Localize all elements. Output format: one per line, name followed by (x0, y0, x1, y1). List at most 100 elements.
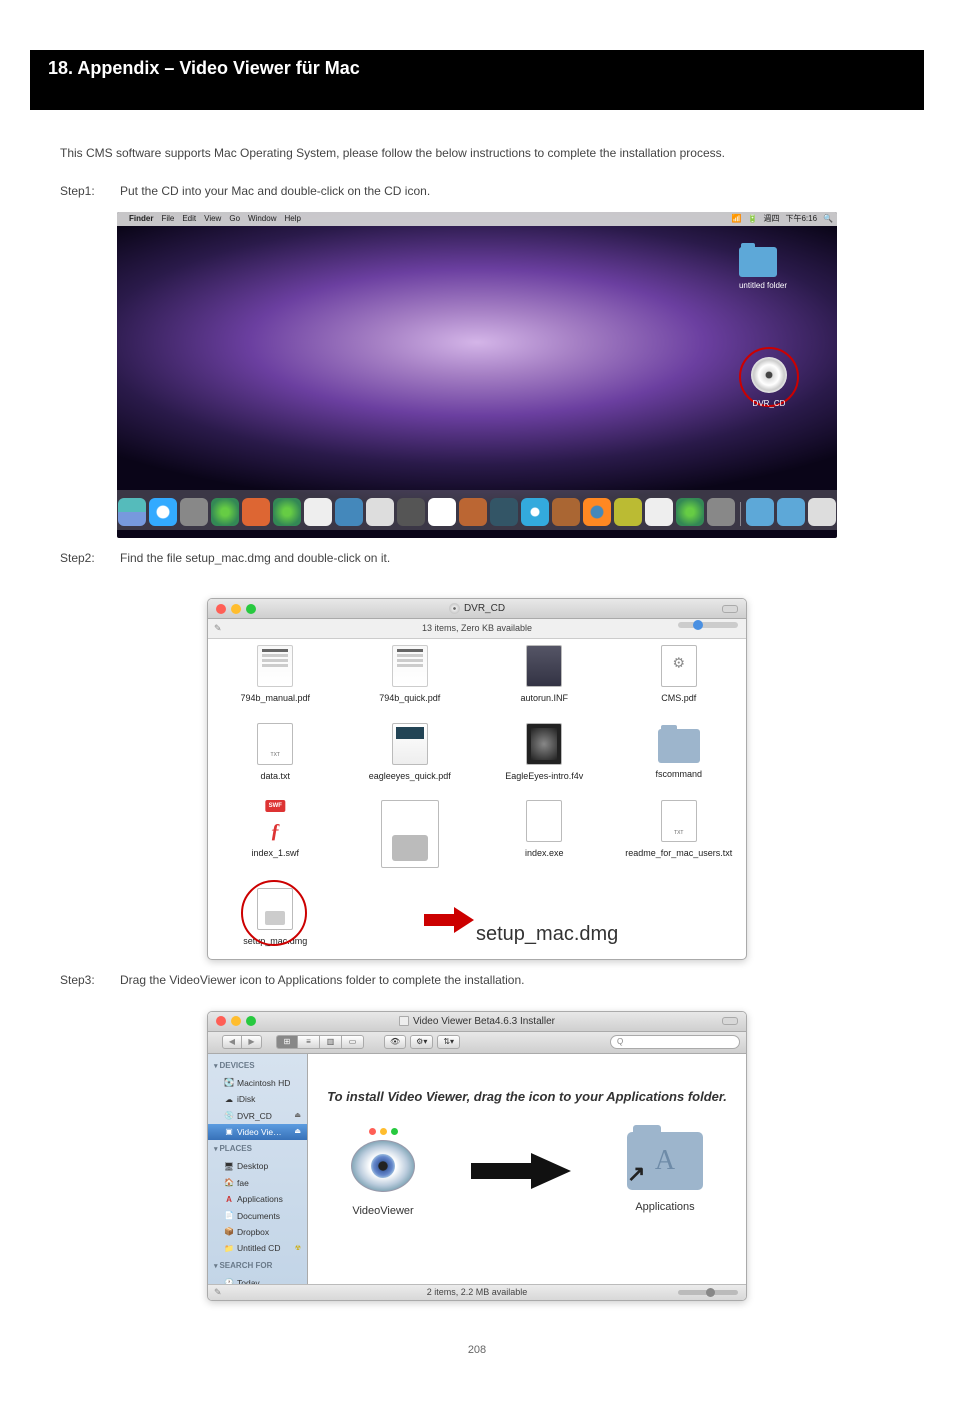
dock-mail-icon (366, 498, 394, 526)
mac-desktop-screenshot: Finder File Edit View Go Window Help 📶 🔋… (117, 212, 837, 538)
file-item: CMS.pdf (619, 645, 739, 706)
sidebar-item-applications: AApplications (208, 1191, 307, 1207)
step-label: Step1: (60, 181, 120, 201)
action-menu-button: ⚙▾ (410, 1035, 433, 1049)
sidebar-item-label: Video Vie… (237, 1125, 282, 1139)
file-label: autorun.INF (520, 693, 568, 703)
quicklook-button: 👁 (384, 1035, 406, 1049)
installer-instruction: To install Video Viewer, drag the icon t… (318, 1086, 736, 1108)
installer-main-pane: To install Video Viewer, drag the icon t… (308, 1054, 746, 1284)
step-text: Put the CD into your Mac and double-clic… (120, 181, 894, 201)
documents-icon: 📄 (224, 1211, 234, 1221)
dock-app-icon (242, 498, 270, 526)
step-text: Drag the VideoViewer icon to Application… (120, 970, 894, 990)
toolbar-toggle-icon (722, 1017, 738, 1025)
file-item: index.exe (484, 800, 604, 872)
sidebar-item-label: Applications (237, 1192, 283, 1206)
txt-icon (257, 723, 293, 765)
file-label: eagleeyes_quick.pdf (369, 771, 451, 781)
pdf-icon (392, 723, 428, 765)
sidebar-item-video-viewer: ▣Video Vie…⏏ (208, 1124, 307, 1140)
step-3: Step3: Drag the VideoViewer icon to Appl… (60, 970, 894, 990)
installer-status-bar: 2 items, 2.2 MB available (208, 1284, 746, 1300)
zoom-icon (246, 604, 256, 614)
dock-calendar-icon (428, 498, 456, 526)
installer-titlebar: Video Viewer Beta4.6.3 Installer (208, 1012, 746, 1032)
dock-itunes-icon (521, 498, 549, 526)
file-item (350, 800, 470, 872)
dropbox-button: ⇅▾ (437, 1035, 460, 1049)
dock-app-icon (180, 498, 208, 526)
pdf-icon (257, 645, 293, 687)
finder-toolbar: ◀ ▶ ⊞ ≡ ▥ ▭ 👁 ⚙▾ ⇅▾ Q (208, 1032, 746, 1054)
file-label: data.txt (260, 771, 290, 781)
menubar-item: File (161, 212, 174, 226)
close-icon (216, 604, 226, 614)
file-label: index.exe (525, 848, 564, 858)
dock-app-icon (707, 498, 735, 526)
sidebar-heading-devices: DEVICES (208, 1057, 307, 1075)
file-item: index_1.swf (215, 800, 335, 872)
finder-file-grid: 794b_manual.pdf 794b_quick.pdf autorun.I… (208, 639, 746, 959)
dock-app-icon (304, 498, 332, 526)
dock-app-icon (397, 498, 425, 526)
file-item: fscommand (619, 723, 739, 784)
dock-separator (740, 502, 741, 526)
mac-menubar: Finder File Edit View Go Window Help 📶 🔋… (117, 212, 837, 226)
icon-view-button: ⊞ (276, 1035, 298, 1049)
inf-icon (526, 645, 562, 687)
videoviewer-app: VideoViewer (351, 1128, 415, 1221)
burn-icon: ☢ (295, 1243, 301, 1255)
idisk-icon: ☁ (224, 1094, 234, 1104)
view-switcher: ⊞ ≡ ▥ ▭ (276, 1035, 364, 1049)
menubar-app-name: Finder (129, 212, 153, 226)
search-input: Q (610, 1035, 740, 1049)
sidebar-item-dropbox: 📦Dropbox (208, 1224, 307, 1240)
menubar-item: Help (284, 212, 300, 226)
icon-size-slider (678, 1290, 738, 1295)
menubar-item: Edit (182, 212, 196, 226)
close-icon (216, 1016, 226, 1026)
file-item: data.txt (215, 723, 335, 784)
window-title: DVR_CD (464, 600, 505, 617)
folder-icon: 📁 (224, 1244, 234, 1254)
dock-app-icon (552, 498, 580, 526)
icon-size-slider (678, 622, 738, 628)
file-item: 794b_manual.pdf (215, 645, 335, 706)
back-button: ◀ (222, 1035, 242, 1049)
swf-icon (257, 800, 293, 842)
dock-app-icon (459, 498, 487, 526)
status-text: 13 items, Zero KB available (422, 623, 532, 633)
menubar-item: View (204, 212, 221, 226)
minimize-icon (231, 604, 241, 614)
app-label: VideoViewer (352, 1205, 413, 1217)
list-view-button: ≡ (298, 1035, 320, 1049)
sidebar-item-label: Dropbox (237, 1225, 269, 1239)
installer-window: Video Viewer Beta4.6.3 Installer ◀ ▶ ⊞ ≡… (207, 1011, 747, 1301)
menubar-item: Window (248, 212, 276, 226)
sidebar-item-dvrcd: 💿DVR_CD⏏ (208, 1108, 307, 1124)
arrow-icon (471, 1151, 571, 1197)
step-label: Step2: (60, 548, 120, 568)
file-label: fscommand (655, 769, 702, 779)
desktop-icon: 🖥 (224, 1162, 234, 1172)
close-icon (369, 1128, 376, 1135)
dock-trash-icon (808, 498, 836, 526)
nav-buttons: ◀ ▶ (222, 1035, 262, 1049)
spotlight-icon: 🔍 (823, 212, 833, 226)
file-label: 794b_manual.pdf (240, 693, 310, 703)
folder-icon (658, 729, 700, 763)
file-item: readme_for_mac_users.txt (619, 800, 739, 872)
dock-folder-icon (746, 498, 774, 526)
minimize-icon (231, 1016, 241, 1026)
video-icon (526, 723, 562, 765)
file-item: 794b_quick.pdf (350, 645, 470, 706)
pdf-icon (392, 645, 428, 687)
dock-app-icon (614, 498, 642, 526)
pdf-icon (661, 645, 697, 687)
zoom-icon (391, 1128, 398, 1135)
disk-image-icon: ▣ (224, 1127, 234, 1137)
dock-app-icon (645, 498, 673, 526)
desktop-folder: untitled folder (739, 247, 787, 293)
step-1: Step1: Put the CD into your Mac and doub… (60, 181, 894, 201)
